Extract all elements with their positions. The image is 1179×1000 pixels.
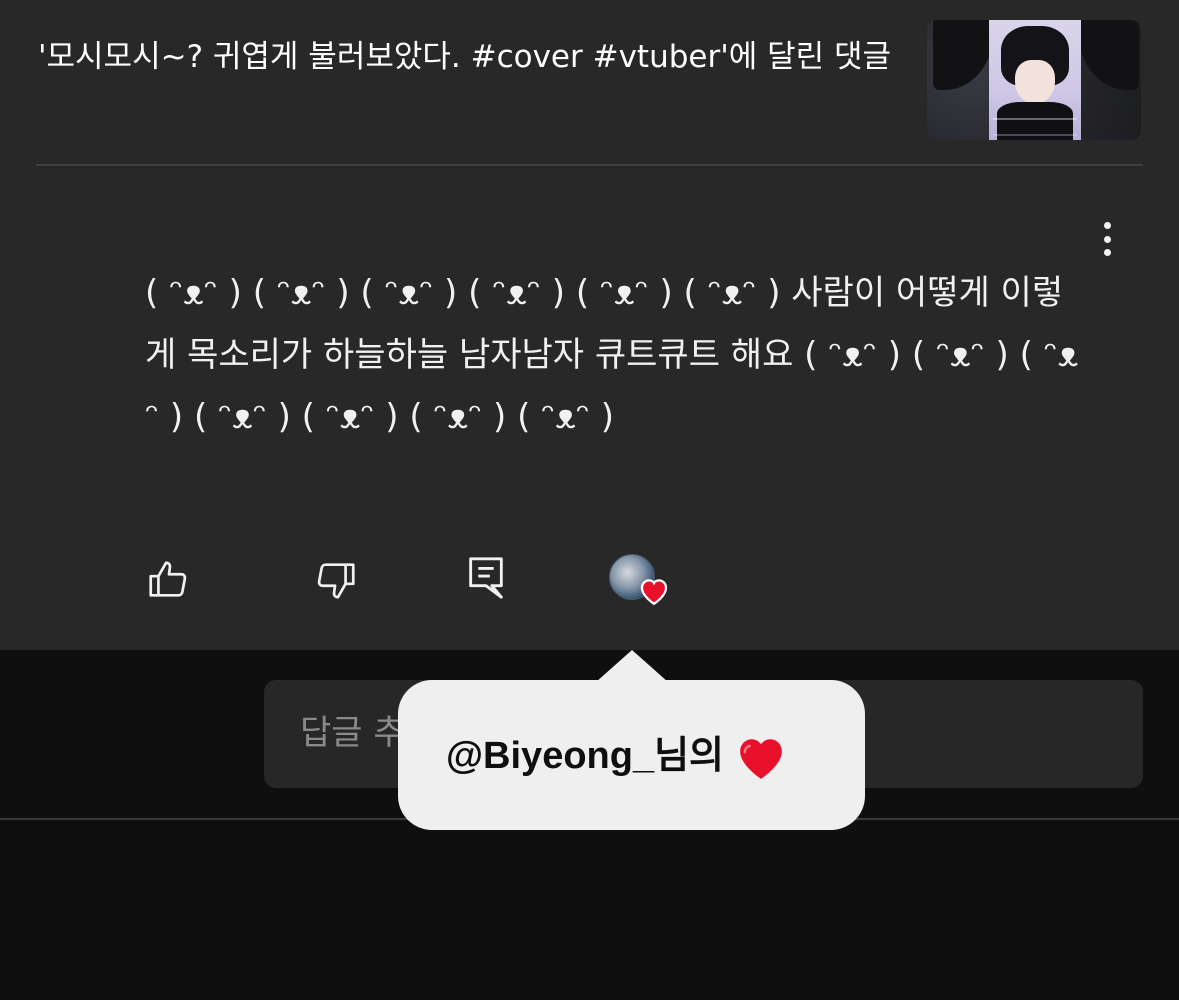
comment-card: '모시모시~? 귀엽게 불러보았다. #cover #vtuber'에 달린 댓… <box>0 0 1179 650</box>
tooltip-arrow <box>596 650 668 682</box>
thumbs-down-icon <box>317 563 355 599</box>
more-vertical-icon <box>1103 222 1111 229</box>
comment-actions <box>0 550 1179 610</box>
divider <box>36 164 1143 166</box>
tooltip-label: @Biyeong_님의 <box>446 728 786 784</box>
more-vertical-icon <box>1103 235 1111 243</box>
heart-icon <box>740 739 782 779</box>
more-options-button[interactable] <box>1090 218 1124 260</box>
creator-heart-badge[interactable] <box>607 552 673 612</box>
video-context-title[interactable]: '모시모시~? 귀엽게 불러보았다. #cover #vtuber'에 달린 댓… <box>38 32 898 82</box>
creator-heart-tooltip: @Biyeong_님의 <box>398 680 865 830</box>
thumbnail-caption <box>993 118 1077 136</box>
thumbnail-art-wing <box>933 20 993 90</box>
heart-icon <box>640 579 668 606</box>
comment-text: ( ᵔᴥᵔ ) ( ᵔᴥᵔ ) ( ᵔᴥᵔ ) ( ᵔᴥᵔ ) ( ᵔᴥᵔ ) … <box>145 273 1079 437</box>
thumbs-up-icon <box>149 561 187 597</box>
video-thumbnail[interactable] <box>927 20 1141 140</box>
reply-button[interactable] <box>462 554 510 602</box>
thumbnail-art-face <box>1015 60 1055 104</box>
tooltip-text: @Biyeong_님의 <box>446 735 725 777</box>
page: '모시모시~? 귀엽게 불러보았다. #cover #vtuber'에 달린 댓… <box>0 0 1179 1000</box>
dislike-button[interactable] <box>312 556 360 604</box>
more-vertical-icon <box>1103 249 1111 256</box>
like-button[interactable] <box>144 556 192 604</box>
comment-reply-icon <box>469 557 503 599</box>
thumbnail-art-wing <box>1079 20 1139 90</box>
